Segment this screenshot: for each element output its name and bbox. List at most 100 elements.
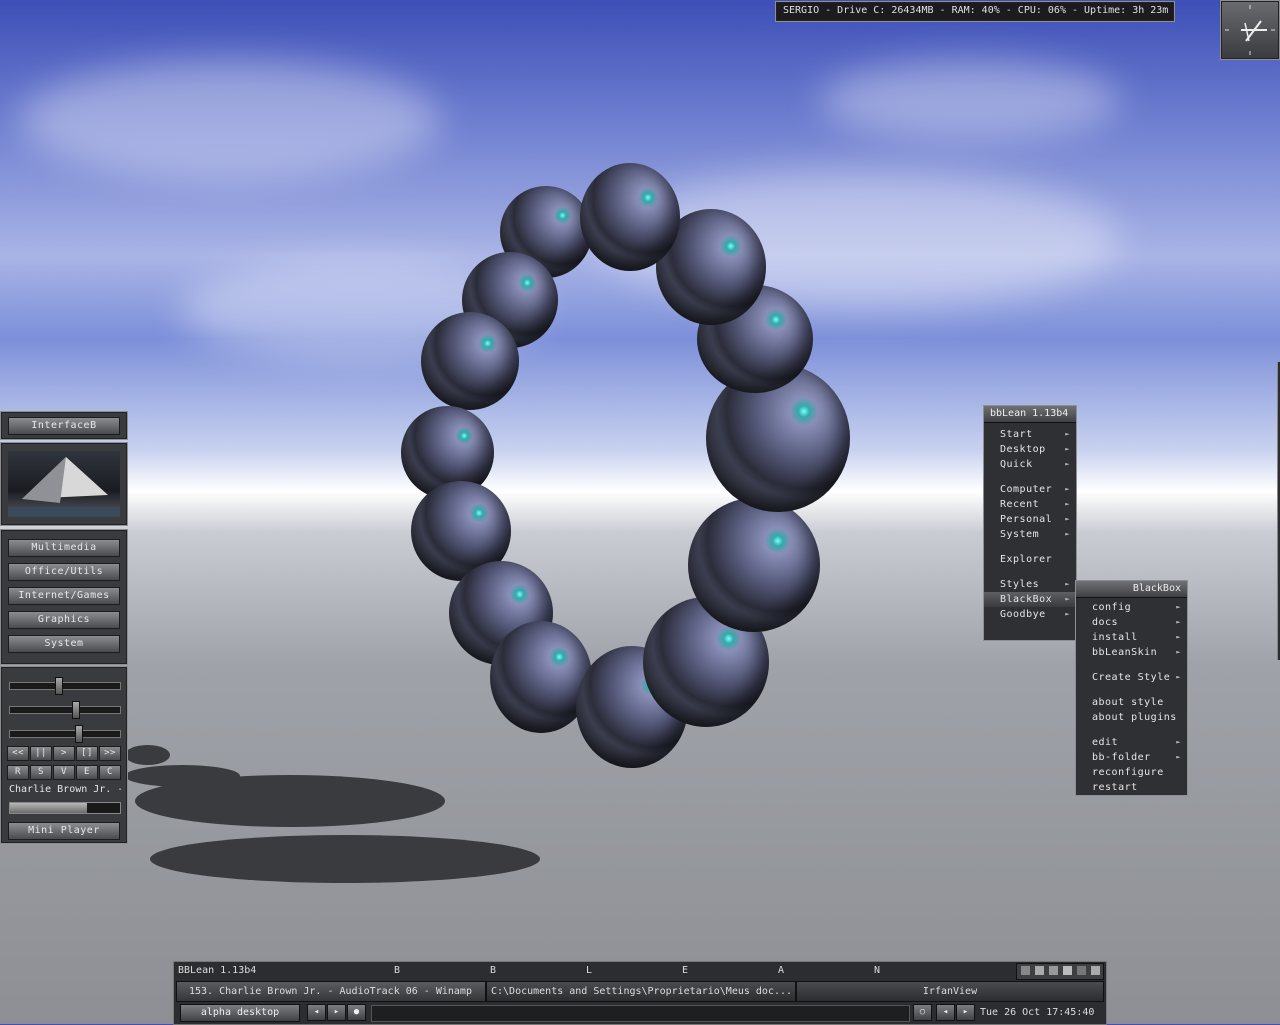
equalizer-button[interactable]: E	[76, 765, 98, 780]
menu-item-create-style[interactable]: Create Style ►	[1076, 670, 1187, 685]
menu-item-recent[interactable]: Recent ►	[984, 497, 1076, 512]
submenu-arrow-icon: ►	[1065, 445, 1070, 453]
menu-item-config[interactable]: config ►	[1076, 600, 1187, 615]
tray-icon[interactable]	[1049, 966, 1058, 975]
menu-item-label: BlackBox	[1000, 594, 1053, 605]
next-button[interactable]: >>	[99, 746, 121, 761]
sphere	[580, 163, 680, 271]
prev-button[interactable]: <<	[7, 746, 29, 761]
slider-knob[interactable]	[72, 701, 80, 719]
shuffle-button[interactable]: S	[30, 765, 52, 780]
workspace-letter[interactable]: A	[778, 962, 784, 979]
menu-separator	[1076, 660, 1187, 670]
multimedia-button[interactable]: Multimedia	[8, 539, 120, 557]
menu-item-computer[interactable]: Computer ►	[984, 482, 1076, 497]
menu-item-explorer[interactable]: Explorer	[984, 552, 1076, 567]
slider-knob[interactable]	[75, 725, 83, 743]
clock-widget[interactable]	[1220, 0, 1280, 60]
graphics-button[interactable]: Graphics	[8, 611, 120, 629]
task-irfanview[interactable]: IrfanView	[796, 981, 1104, 1002]
menu-item-bb-folder[interactable]: bb-folder ►	[1076, 750, 1187, 765]
workspace-letter[interactable]: B	[394, 962, 400, 979]
submenu-arrow-icon: ►	[1176, 648, 1181, 656]
slider-knob[interactable]	[55, 677, 63, 695]
menu-item-label: Create Style	[1092, 672, 1171, 683]
root-menu-items: Start ► Desktop ► Quick ► Computer ► Recent ► Pers…	[984, 423, 1076, 622]
balance-slider[interactable]	[9, 701, 121, 719]
menu-item-blackbox[interactable]: BlackBox ►	[984, 592, 1076, 607]
visual-button[interactable]: V	[53, 765, 75, 780]
menu-item-label: bbLeanSkin	[1092, 647, 1158, 658]
interfaceb-button[interactable]: InterfaceB	[8, 417, 120, 435]
system-status-bar: SERGIO - Drive C: 26434MB - RAM: 40% - C…	[775, 1, 1175, 22]
seek-slider[interactable]	[9, 725, 121, 743]
stop-button[interactable]: []	[76, 746, 98, 761]
submenu-arrow-icon: ►	[1065, 610, 1070, 618]
tray-next-button[interactable]: ▸	[956, 1004, 975, 1021]
task-explorer[interactable]: C:\Documents and Settings\Proprietario\M…	[486, 981, 796, 1002]
media-player-panel: << || > [] >> R S V E C Charlie Brown Jr…	[0, 666, 128, 844]
pyramid-logo	[8, 451, 120, 517]
menu-item-label: Quick	[1000, 459, 1033, 470]
cloud	[820, 60, 1120, 140]
menu-item-install[interactable]: install ►	[1076, 630, 1187, 645]
menu-item-reconfigure[interactable]: reconfigure	[1076, 765, 1187, 780]
pyramid-icon	[8, 457, 120, 517]
submenu-arrow-icon: ►	[1065, 580, 1070, 588]
menu-separator	[984, 542, 1076, 552]
menu-separator	[984, 472, 1076, 482]
taskbar-clock[interactable]: Tue 26 Oct 17:45:40	[980, 1004, 1100, 1021]
pause-button[interactable]: ||	[30, 746, 52, 761]
mini-player-button[interactable]: Mini Player	[8, 822, 120, 840]
play-button[interactable]: >	[53, 746, 75, 761]
tray-icon[interactable]	[1091, 966, 1100, 975]
menu-item-styles[interactable]: Styles ►	[984, 577, 1076, 592]
task-winamp[interactable]: 153. Charlie Brown Jr. - AudioTrack 06 -…	[176, 981, 486, 1002]
menu-item-goodbye[interactable]: Goodbye ►	[984, 607, 1076, 622]
workspace-letter[interactable]: L	[586, 962, 592, 979]
config-button[interactable]: C	[99, 765, 121, 780]
internet-games-button[interactable]: Internet/Games	[8, 587, 120, 605]
menu-item-bbleanskin[interactable]: bbLeanSkin ►	[1076, 645, 1187, 660]
menu-item-label: Computer	[1000, 484, 1053, 495]
tray-icon[interactable]	[1077, 966, 1086, 975]
menu-item-quick[interactable]: Quick ►	[984, 457, 1076, 472]
tray-icon[interactable]	[1063, 966, 1072, 975]
menu-item-label: Styles	[1000, 579, 1040, 590]
menu-item-restart[interactable]: restart	[1076, 780, 1187, 795]
next-workspace-button[interactable]: ▸	[327, 1004, 346, 1021]
menu-item-label: bb-folder	[1092, 752, 1151, 763]
workspace-letter[interactable]: B	[490, 962, 496, 979]
repeat-button[interactable]: R	[7, 765, 29, 780]
submenu-arrow-icon: ►	[1065, 430, 1070, 438]
menu-item-docs[interactable]: docs ►	[1076, 615, 1187, 630]
system-button[interactable]: System	[8, 635, 120, 653]
menu-item-system[interactable]: System ►	[984, 527, 1076, 542]
task-label: IrfanView	[922, 986, 978, 997]
office-utils-button[interactable]: Office/Utils	[8, 563, 120, 581]
menu-item-edit[interactable]: edit ►	[1076, 735, 1187, 750]
taskbar-spacer	[371, 1005, 910, 1022]
workspace-letter[interactable]: N	[874, 962, 880, 979]
menu-item-personal[interactable]: Personal ►	[984, 512, 1076, 527]
tray-icon[interactable]	[1021, 966, 1030, 975]
workspace-letter[interactable]: E	[682, 962, 688, 979]
menu-item-about-style[interactable]: about style	[1076, 695, 1187, 710]
submenu-arrow-icon: ►	[1176, 618, 1181, 626]
tray-circle-button[interactable]: ○	[913, 1004, 932, 1021]
prev-workspace-button[interactable]: ◂	[307, 1004, 326, 1021]
menu-item-about-plugins[interactable]: about plugins	[1076, 710, 1187, 725]
volume-slider[interactable]	[9, 677, 121, 695]
progress-bar[interactable]	[9, 802, 121, 814]
tray-prev-button[interactable]: ◂	[936, 1004, 955, 1021]
submenu-arrow-icon: ►	[1176, 738, 1181, 746]
workspace-dot-button[interactable]: ●	[347, 1004, 366, 1021]
menu-item-desktop[interactable]: Desktop ►	[984, 442, 1076, 457]
menu-separator	[984, 567, 1076, 577]
tray-icon[interactable]	[1035, 966, 1044, 975]
root-menu: bbLean 1.13b4 Start ► Desktop ► Quick ► Comput…	[983, 405, 1077, 641]
track-title: Charlie Brown Jr. -	[9, 784, 121, 795]
workspace-name[interactable]: alpha desktop	[180, 1004, 300, 1022]
menu-item-start[interactable]: Start ►	[984, 427, 1076, 442]
menu-item-label: install	[1092, 632, 1138, 643]
